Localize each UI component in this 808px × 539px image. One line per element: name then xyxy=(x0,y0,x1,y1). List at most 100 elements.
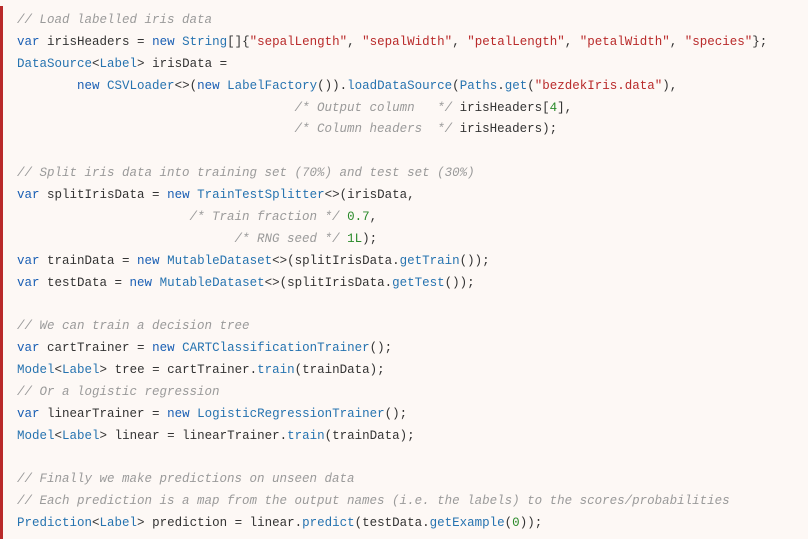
code-line: // Load labelled iris data xyxy=(17,13,212,27)
token-id: irisHeaders[ xyxy=(452,101,550,115)
token-op: = xyxy=(152,188,167,202)
token-kw: var xyxy=(17,407,40,421)
token-id: linear. xyxy=(250,516,303,530)
token-str: "bezdekIris.data" xyxy=(535,79,663,93)
token-cm: // Finally we make predictions on unseen… xyxy=(17,472,355,486)
token-op: <>(splitIrisData. xyxy=(265,276,393,290)
token-id xyxy=(17,232,235,246)
token-fn: train xyxy=(287,429,325,443)
token-kw: new xyxy=(152,35,175,49)
token-op: = xyxy=(167,429,182,443)
token-ty: CARTClassificationTrainer xyxy=(182,341,370,355)
token-ty: Model xyxy=(17,429,55,443)
token-op: ( xyxy=(527,79,535,93)
token-kw: var xyxy=(17,188,40,202)
token-id: testData xyxy=(40,276,115,290)
token-op: > xyxy=(100,429,115,443)
code-line: // Each prediction is a map from the out… xyxy=(17,494,730,508)
token-op: . xyxy=(497,79,505,93)
token-op: = xyxy=(122,254,137,268)
code-line: var testData = new MutableDataset<>(spli… xyxy=(17,276,475,290)
token-id: linearTrainer xyxy=(40,407,153,421)
token-op: = xyxy=(137,35,152,49)
code-line: Model<Label> tree = cartTrainer.train(tr… xyxy=(17,363,385,377)
token-op: , xyxy=(565,35,580,49)
token-id xyxy=(190,407,198,421)
code-line: Model<Label> linear = linearTrainer.trai… xyxy=(17,429,415,443)
token-op: , xyxy=(670,35,685,49)
token-ty: Prediction xyxy=(17,516,92,530)
code-line: var irisHeaders = new String[]{"sepalLen… xyxy=(17,35,767,49)
token-id: trainData xyxy=(40,254,123,268)
token-ty: MutableDataset xyxy=(160,276,265,290)
token-op: > xyxy=(100,363,115,377)
code-line: var linearTrainer = new LogisticRegressi… xyxy=(17,407,407,421)
token-op: , xyxy=(370,210,378,224)
code-line: /* Column headers */ irisHeaders); xyxy=(17,122,557,136)
code-line: Prediction<Label> prediction = linear.pr… xyxy=(17,516,542,530)
code-line: new CSVLoader<>(new LabelFactory()).load… xyxy=(17,79,677,93)
token-cm: // We can train a decision tree xyxy=(17,319,250,333)
token-str: "petalWidth" xyxy=(580,35,670,49)
token-cm: /* RNG seed */ xyxy=(235,232,340,246)
token-ty: CSVLoader xyxy=(107,79,175,93)
token-kw: new xyxy=(167,407,190,421)
token-op: ()). xyxy=(317,79,347,93)
code-line: /* RNG seed */ 1L); xyxy=(17,232,377,246)
token-num: 1L xyxy=(347,232,362,246)
token-ty: DataSource xyxy=(17,57,92,71)
token-id xyxy=(17,101,295,115)
token-ty: TrainTestSplitter xyxy=(197,188,325,202)
token-op: }; xyxy=(752,35,767,49)
token-id xyxy=(190,188,198,202)
token-fn: train xyxy=(257,363,295,377)
token-num: 0.7 xyxy=(347,210,370,224)
token-num: 4 xyxy=(550,101,558,115)
token-op: < xyxy=(55,363,63,377)
token-cm: /* Output column */ xyxy=(295,101,453,115)
token-id xyxy=(100,79,108,93)
token-op: ( xyxy=(452,79,460,93)
token-op: > xyxy=(137,516,152,530)
token-id: irisData xyxy=(152,57,220,71)
token-kw: new xyxy=(137,254,160,268)
token-op: <>( xyxy=(175,79,198,93)
token-ty: LogisticRegressionTrainer xyxy=(197,407,385,421)
token-op: ()); xyxy=(445,276,475,290)
token-ty: MutableDataset xyxy=(167,254,272,268)
token-kw: new xyxy=(130,276,153,290)
code-line: // Finally we make predictions on unseen… xyxy=(17,472,355,486)
code-line: var cartTrainer = new CARTClassification… xyxy=(17,341,392,355)
code-line: // Split iris data into training set (70… xyxy=(17,166,475,180)
token-id: irisHeaders xyxy=(40,35,138,49)
token-cm: /* Train fraction */ xyxy=(190,210,340,224)
token-op: < xyxy=(55,429,63,443)
token-kw: new xyxy=(197,79,220,93)
token-kw: var xyxy=(17,341,40,355)
token-op: )); xyxy=(520,516,543,530)
token-id xyxy=(340,210,348,224)
token-cm: // Or a logistic regression xyxy=(17,385,220,399)
code-block: // Load labelled iris data var irisHeade… xyxy=(0,6,802,539)
token-id xyxy=(160,254,168,268)
token-id xyxy=(340,232,348,246)
token-id xyxy=(175,35,183,49)
token-kw: new xyxy=(167,188,190,202)
code-line: var splitIrisData = new TrainTestSplitte… xyxy=(17,188,415,202)
token-kw: new xyxy=(152,341,175,355)
token-op: (testData. xyxy=(355,516,430,530)
code-content: // Load labelled iris data var irisHeade… xyxy=(17,13,767,530)
token-op: (); xyxy=(370,341,393,355)
token-id: cartTrainer. xyxy=(167,363,257,377)
token-ty: Label xyxy=(62,429,100,443)
token-fn: loadDataSource xyxy=(347,79,452,93)
token-op: = xyxy=(152,363,167,377)
token-id xyxy=(17,122,295,136)
code-line: DataSource<Label> irisData = xyxy=(17,57,227,71)
token-kw: var xyxy=(17,254,40,268)
token-op: (trainData); xyxy=(325,429,415,443)
token-cm: /* Column headers */ xyxy=(295,122,453,136)
token-op: ], xyxy=(557,101,572,115)
token-fn: predict xyxy=(302,516,355,530)
token-num: 0 xyxy=(512,516,520,530)
